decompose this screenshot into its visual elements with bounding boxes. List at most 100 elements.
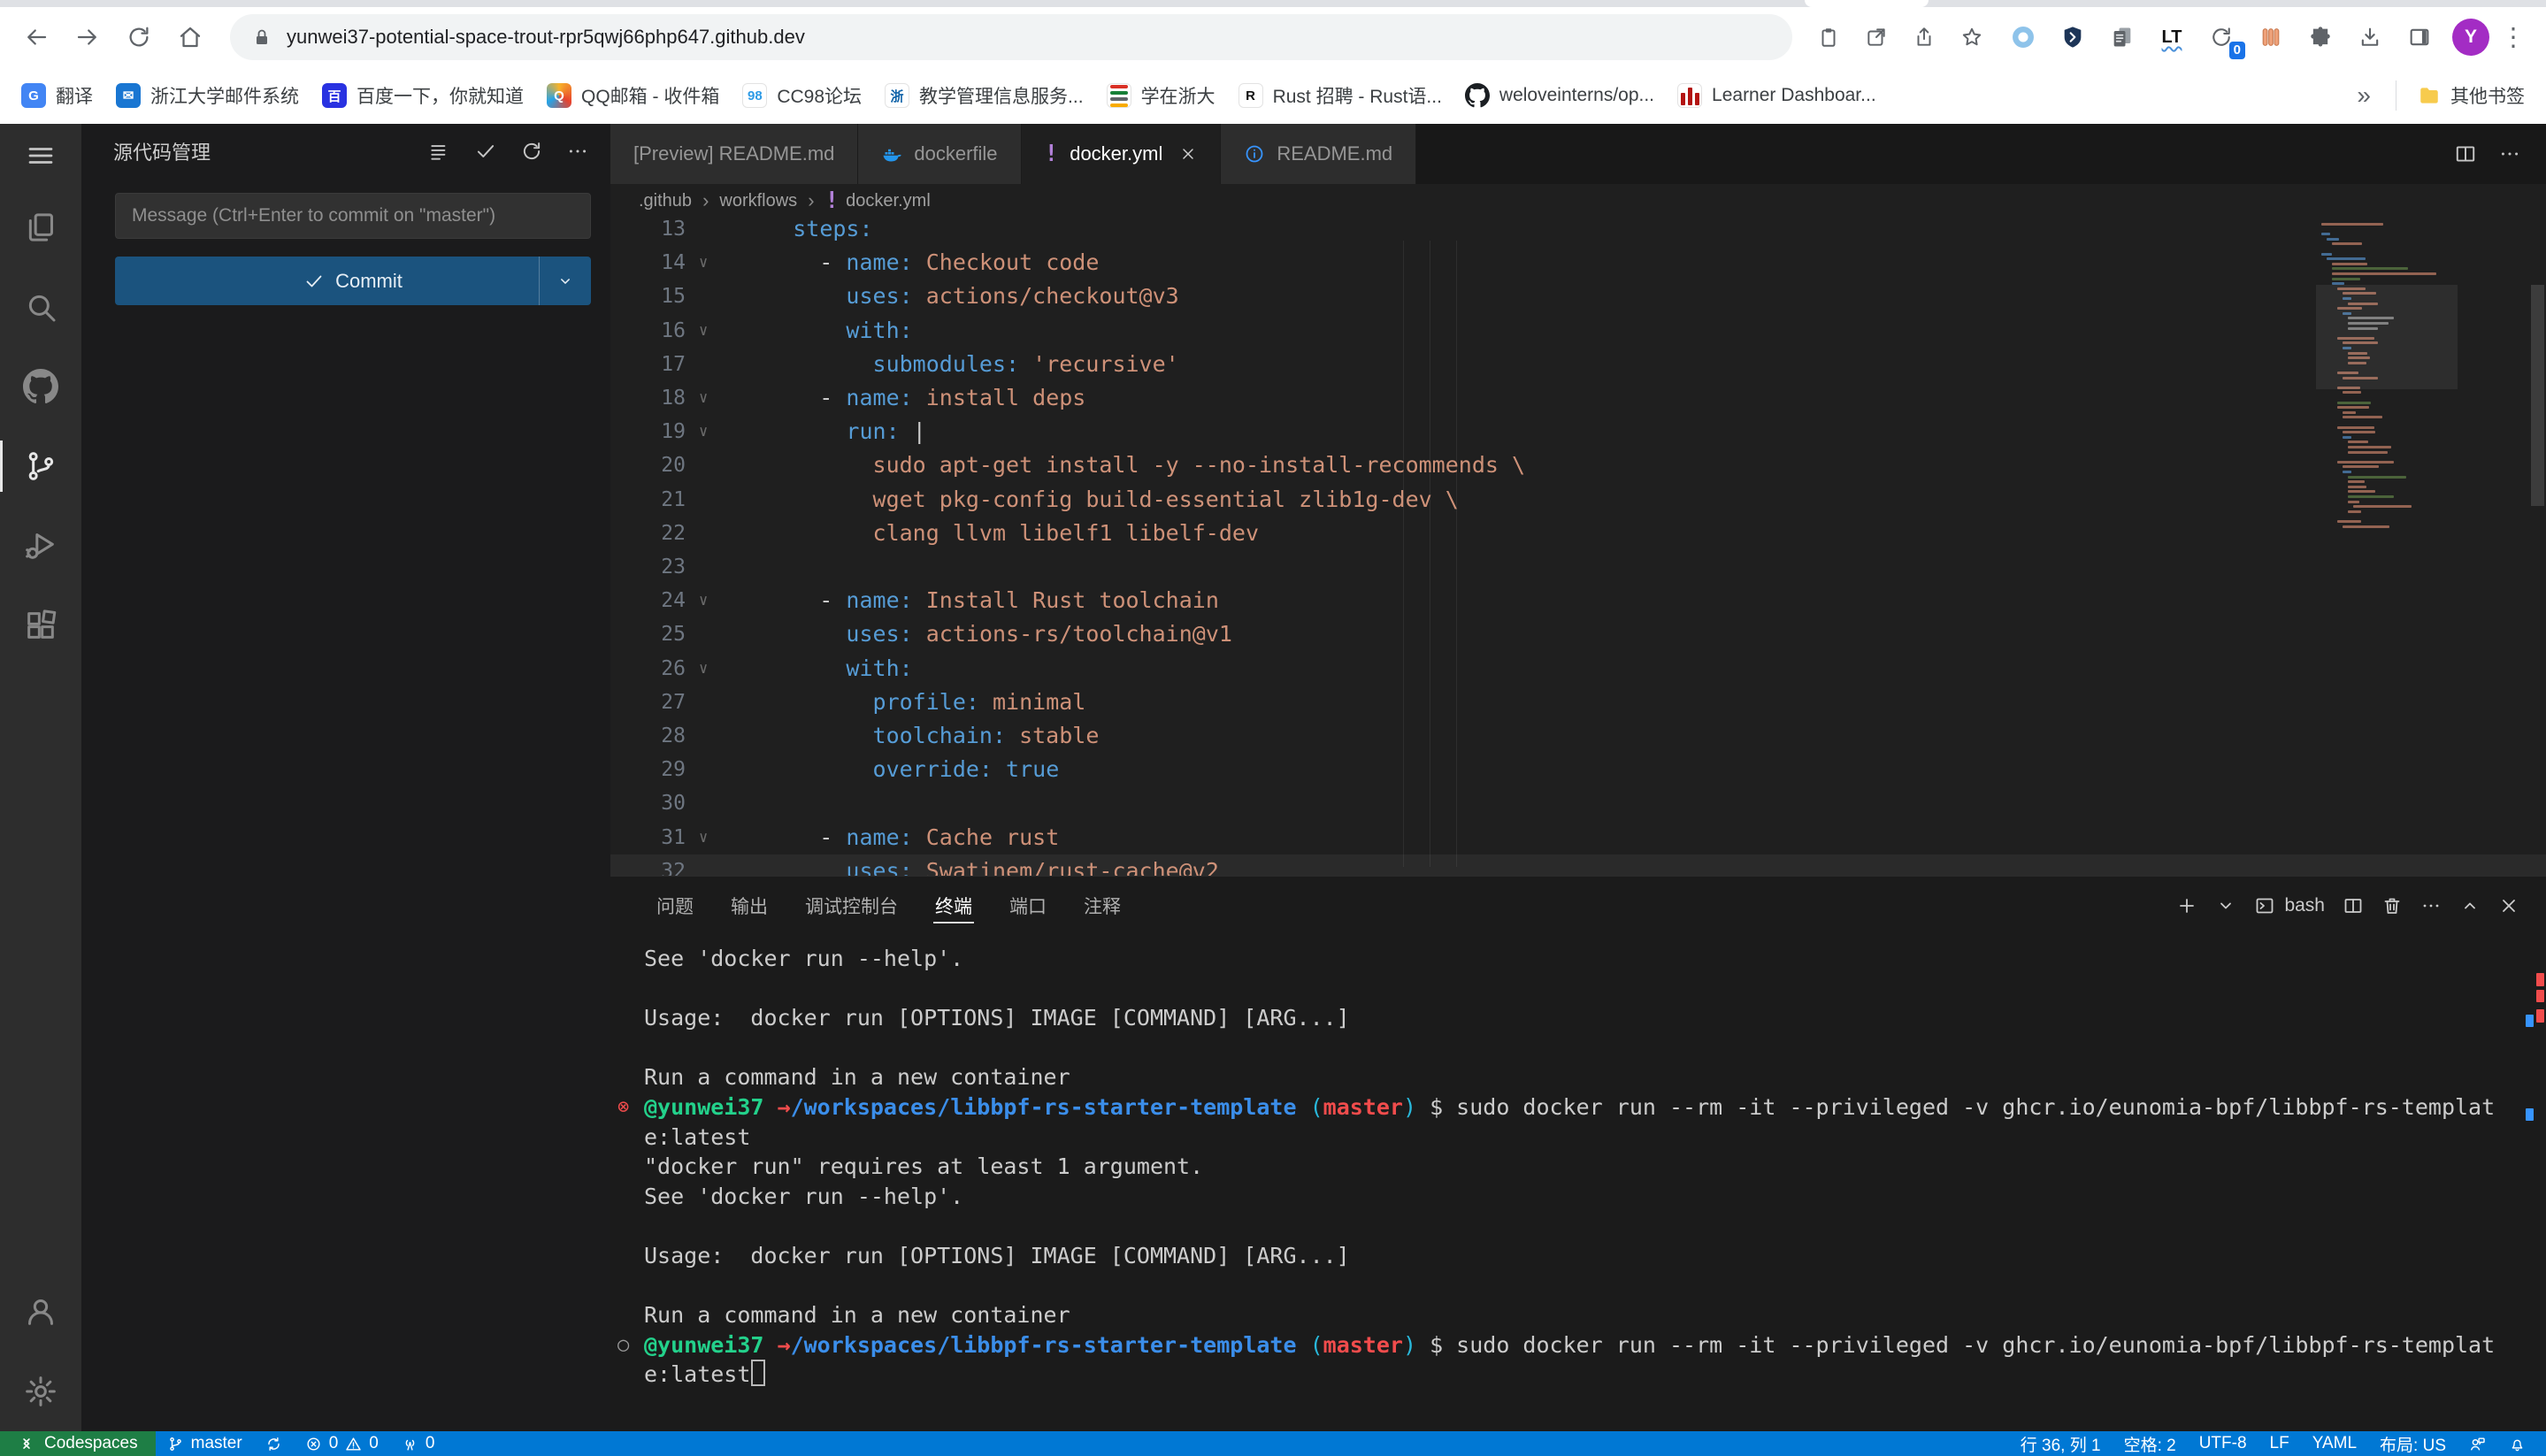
account-button[interactable] [0, 1272, 81, 1352]
other-bookmarks-folder[interactable]: 其他书签 [2407, 77, 2535, 114]
reload-button[interactable] [115, 13, 163, 61]
code-line[interactable]: 21 wget pkg-config build-essential zlib1… [610, 483, 2546, 517]
terminal[interactable]: See 'docker run --help'.Usage: docker ru… [610, 935, 2532, 1431]
cursor-position[interactable]: 行 36, 列 1 [2009, 1431, 2113, 1456]
extensions-puzzle-icon[interactable] [2300, 17, 2341, 57]
breadcrumb-item[interactable]: .github [639, 191, 692, 211]
panel-tab[interactable]: 终端 [921, 877, 986, 935]
kill-terminal-button[interactable] [2381, 895, 2403, 916]
commit-dropdown-button[interactable] [539, 257, 591, 305]
code-line[interactable]: 17 submodules: 'recursive' [610, 348, 2546, 381]
code-line[interactable]: 26∨ with: [610, 652, 2546, 686]
fold-chevron-icon[interactable]: ∨ [699, 821, 708, 854]
explorer-view[interactable] [0, 188, 81, 267]
github-view[interactable] [0, 347, 81, 426]
code-line[interactable]: 23 [610, 550, 2546, 584]
bookmark-item[interactable]: 学在浙大 [1096, 77, 1226, 114]
fold-chevron-icon[interactable]: ∨ [699, 314, 708, 348]
code-line[interactable]: 14∨ - name: Checkout code [610, 246, 2546, 280]
code-line[interactable]: 18∨ - name: install deps [610, 381, 2546, 415]
menu-button[interactable] [0, 124, 81, 188]
view-as-list-icon[interactable] [428, 140, 451, 163]
code-line[interactable]: 25 uses: actions-rs/toolchain@v1 [610, 617, 2546, 651]
more-actions-icon[interactable] [566, 140, 589, 163]
panel-tab[interactable]: 问题 [642, 877, 708, 935]
extension-ring-icon[interactable] [2003, 17, 2044, 57]
fold-chevron-icon[interactable]: ∨ [699, 381, 708, 415]
notifications-bell[interactable] [2497, 1431, 2537, 1456]
code-line[interactable]: 29 override: true [610, 753, 2546, 786]
code-line[interactable]: 20 sudo apt-get install -y --no-install-… [610, 448, 2546, 482]
extension-pages-icon[interactable] [2102, 17, 2143, 57]
panel-tab[interactable]: 注释 [1070, 877, 1135, 935]
run-debug-view[interactable] [0, 506, 81, 586]
feedback-button[interactable] [2458, 1431, 2497, 1456]
extensions-view[interactable] [0, 586, 81, 665]
forward-button[interactable] [64, 13, 111, 61]
code-editor[interactable]: 13 steps:14∨ - name: Checkout code15 use… [610, 218, 2546, 876]
profile-avatar[interactable]: Y [2452, 19, 2489, 56]
tab-docker-yml[interactable]: !docker.yml [1022, 124, 1222, 184]
side-panel-icon[interactable] [2399, 17, 2440, 57]
tab-readme-md[interactable]: README.md [1221, 124, 1416, 184]
code-line[interactable]: 13 steps: [610, 218, 2546, 246]
panel-tab[interactable]: 输出 [717, 877, 782, 935]
extension-languagetool-icon[interactable]: LT [2151, 17, 2192, 57]
browser-menu-icon[interactable]: ⋮ [2493, 17, 2534, 57]
fold-chevron-icon[interactable]: ∨ [699, 246, 708, 280]
code-line[interactable]: 31∨ - name: Cache rust [610, 821, 2546, 854]
bookmark-item[interactable]: 百百度一下，你就知道 [311, 77, 534, 114]
bookmark-item[interactable]: 浙教学管理信息服务... [874, 77, 1094, 114]
bookmarks-overflow-chevron[interactable]: » [2343, 81, 2385, 110]
commit-button[interactable]: Commit [115, 257, 591, 305]
panel-tab[interactable]: 调试控制台 [791, 877, 912, 935]
split-terminal-button[interactable] [2343, 895, 2364, 916]
share-icon[interactable] [1904, 17, 1944, 57]
panel-tab[interactable]: 端口 [995, 877, 1061, 935]
url-text[interactable]: yunwei37-potential-space-trout-rpr5qwj66… [287, 26, 805, 49]
code-line[interactable]: 32 uses: Swatinem/rust-cache@v2 [610, 854, 2546, 876]
fold-chevron-icon[interactable]: ∨ [699, 584, 708, 617]
eol[interactable]: LF [2258, 1431, 2301, 1456]
language-mode[interactable]: YAML [2301, 1431, 2368, 1456]
maximize-panel-button[interactable] [2459, 895, 2481, 916]
code-line[interactable]: 15 uses: actions/checkout@v3 [610, 280, 2546, 313]
minimap-viewport[interactable] [2316, 285, 2458, 389]
url-bar[interactable]: yunwei37-potential-space-trout-rpr5qwj66… [230, 14, 1792, 60]
ports-indicator[interactable]: 0 [390, 1431, 447, 1456]
bookmark-item[interactable]: 98CC98论坛 [732, 77, 872, 114]
clipboard-icon[interactable] [1808, 17, 1849, 57]
bookmark-item[interactable]: ✉浙江大学邮件系统 [105, 77, 310, 114]
editor-scrollbar[interactable] [2528, 218, 2546, 876]
search-view[interactable] [0, 267, 81, 347]
terminal-shell-item[interactable]: bash [2254, 895, 2325, 916]
problems-indicator[interactable]: 00 [294, 1431, 390, 1456]
bookmark-star-icon[interactable] [1952, 17, 1992, 57]
bookmark-item[interactable]: Learner Dashboar... [1667, 77, 1887, 114]
code-line[interactable]: 24∨ - name: Install Rust toolchain [610, 584, 2546, 617]
home-button[interactable] [166, 13, 214, 61]
extension-sync-icon[interactable]: 0 [2201, 17, 2242, 57]
fold-chevron-icon[interactable]: ∨ [699, 652, 708, 686]
split-editor-button[interactable] [2454, 142, 2477, 165]
downloads-icon[interactable] [2350, 17, 2390, 57]
branch-indicator[interactable]: master [156, 1431, 254, 1456]
extension-bullets-icon[interactable] [2251, 17, 2291, 57]
code-line[interactable]: 28 toolchain: stable [610, 719, 2546, 753]
commit-check-icon[interactable] [474, 140, 497, 163]
indentation[interactable]: 空格: 2 [2113, 1431, 2188, 1456]
back-button[interactable] [12, 13, 60, 61]
code-line[interactable]: 16∨ with: [610, 314, 2546, 348]
new-terminal-button[interactable] [2176, 895, 2197, 916]
settings-gear-button[interactable] [0, 1352, 81, 1431]
editor-more-actions[interactable] [2498, 142, 2521, 165]
breadcrumb-item[interactable]: workflows [719, 191, 797, 211]
tab-dockerfile[interactable]: dockerfile [858, 124, 1021, 184]
code-line[interactable]: 27 profile: minimal [610, 686, 2546, 719]
code-line[interactable]: 22 clang llvm libelf1 libelf-dev [610, 517, 2546, 550]
bookmark-item[interactable]: QQQ邮箱 - 收件箱 [536, 77, 730, 114]
commit-message-input[interactable]: Message (Ctrl+Enter to commit on "master… [115, 193, 591, 239]
terminal-picker-dropdown[interactable] [2215, 895, 2236, 916]
sync-button[interactable] [254, 1431, 294, 1456]
encoding[interactable]: UTF-8 [2188, 1431, 2258, 1456]
